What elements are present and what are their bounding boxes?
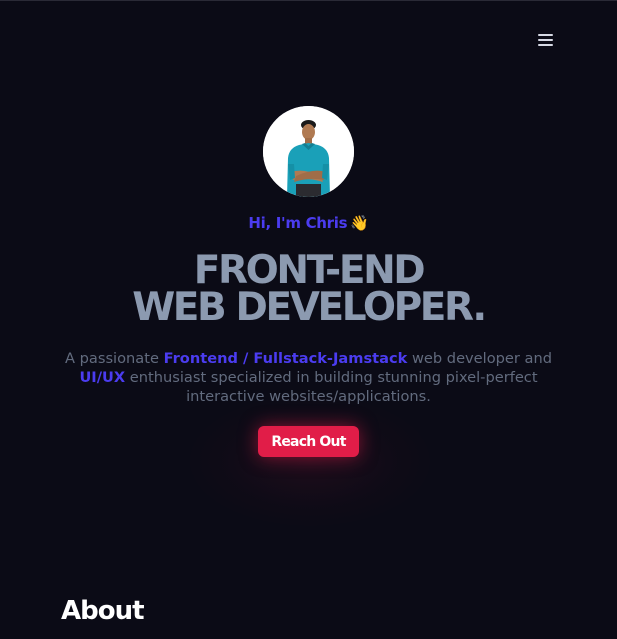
- bio-text: enthusiast specialized in building stunn…: [125, 369, 538, 386]
- menu-line: [538, 39, 553, 41]
- bio-line-1: A passionate Frontend / Fullstack-Jamsta…: [0, 349, 617, 368]
- bio-text: A passionate: [65, 350, 164, 367]
- greeting-text: Hi, I'm Chris: [248, 214, 348, 232]
- bio-highlight-stack: Frontend / Fullstack-Jamstack: [163, 350, 408, 367]
- menu-line: [538, 44, 553, 46]
- headline-line-2: WEB DEVELOPER.: [132, 285, 487, 330]
- greeting: Hi, I'm Chris 👋: [0, 214, 617, 232]
- about-section-title: About: [61, 596, 145, 626]
- menu-line: [538, 34, 553, 36]
- hamburger-menu-icon[interactable]: [534, 30, 556, 50]
- avatar: [263, 106, 354, 197]
- portfolio-page: Hi, I'm Chris 👋 FRONT-END WEB DEVELOPER. …: [0, 0, 617, 639]
- wave-icon: 👋: [350, 214, 369, 232]
- button-glow: [190, 396, 430, 526]
- avatar-photo: [263, 106, 354, 197]
- headline-line-1: FRONT-END: [193, 248, 426, 293]
- bio-line-2: UI/UX enthusiast specialized in building…: [0, 368, 617, 387]
- bio-highlight-uiux: UI/UX: [79, 369, 126, 386]
- bio-text: web developer and: [407, 350, 552, 367]
- page-title: FRONT-END WEB DEVELOPER.: [0, 248, 617, 330]
- reach-out-button[interactable]: Reach Out: [258, 426, 359, 457]
